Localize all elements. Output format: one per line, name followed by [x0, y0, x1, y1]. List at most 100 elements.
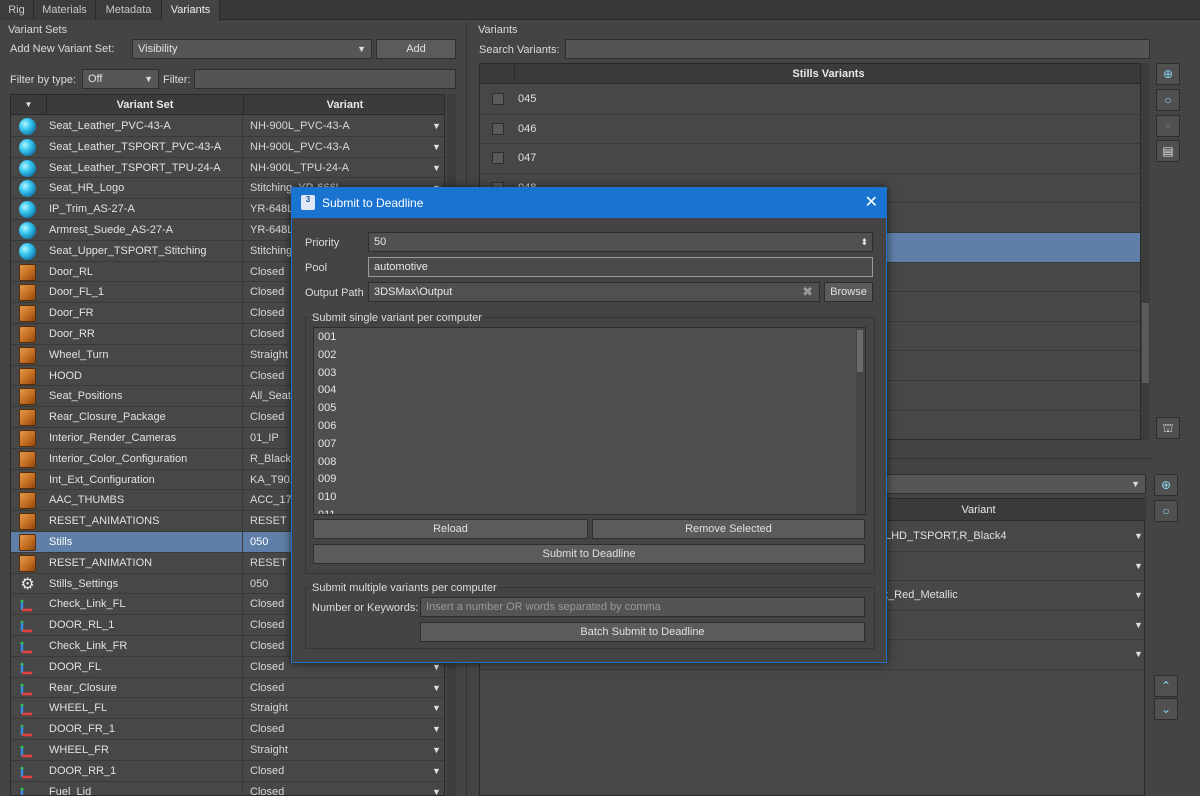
- material-sphere-icon: [19, 180, 36, 198]
- list-item[interactable]: 004: [318, 384, 336, 396]
- chevron-down-icon[interactable]: ▼: [432, 719, 441, 739]
- table-row[interactable]: Seat_Leather_PVC-43-A NH-900L_PVC-43-A ▼: [11, 116, 444, 137]
- chevron-down-icon[interactable]: ▼: [432, 740, 441, 760]
- list-item[interactable]: 007: [318, 438, 336, 450]
- list-item[interactable]: 047: [480, 144, 1140, 174]
- render-icon[interactable]: ⛫: [1156, 417, 1180, 439]
- variant-value[interactable]: Straight: [244, 698, 444, 718]
- remove-selected-button[interactable]: Remove Selected: [592, 519, 865, 539]
- object-box-icon: [19, 409, 36, 427]
- keywords-input[interactable]: Insert a number OR words separated by co…: [420, 597, 865, 617]
- tab-metadata[interactable]: Metadata: [96, 0, 162, 20]
- scrollbar-thumb[interactable]: [857, 330, 863, 372]
- variant-combo[interactable]: ▼: [880, 474, 1146, 494]
- scrollbar-thumb[interactable]: [1142, 303, 1149, 383]
- list-item[interactable]: 001: [318, 331, 336, 343]
- sort-chevron-icon[interactable]: ▼: [11, 95, 47, 115]
- chevron-down-icon[interactable]: ▼: [1134, 522, 1143, 551]
- chevron-down-icon[interactable]: ▼: [1134, 581, 1143, 610]
- col-stills-variants[interactable]: Stills Variants: [515, 64, 1140, 84]
- chevron-down-icon[interactable]: ▼: [432, 158, 441, 178]
- variant-set-name: Stills: [47, 532, 243, 552]
- dialog-titlebar[interactable]: 3 Submit to Deadline ✕: [292, 188, 886, 218]
- list-item[interactable]: 006: [318, 420, 336, 432]
- list-item[interactable]: 002: [318, 349, 336, 361]
- chevron-down-icon[interactable]: ▼: [1134, 640, 1143, 669]
- list-item[interactable]: 005: [318, 402, 336, 414]
- move-down-icon[interactable]: ⌄: [1154, 698, 1178, 720]
- single-variant-group-title: Submit single variant per computer: [310, 312, 484, 324]
- variant-checkbox[interactable]: [492, 122, 504, 135]
- chevron-down-icon[interactable]: ▼: [432, 678, 441, 698]
- close-icon[interactable]: ✕: [865, 188, 878, 218]
- remove-variant-icon[interactable]: ○: [1156, 89, 1180, 111]
- variant-value[interactable]: Closed: [244, 719, 444, 739]
- variant-checkbox[interactable]: [492, 152, 504, 165]
- move-up-icon[interactable]: ⌃: [1154, 675, 1178, 697]
- chevron-down-icon[interactable]: ▼: [432, 698, 441, 718]
- variant-set-name: Door_FR: [47, 303, 243, 324]
- remove-property-icon[interactable]: ○: [1154, 500, 1178, 522]
- tab-variants[interactable]: Variants: [162, 0, 220, 21]
- list-item[interactable]: 010: [318, 491, 336, 503]
- table-row[interactable]: Rear_Closure Closed ▼: [11, 677, 444, 699]
- variant-checkbox[interactable]: [492, 93, 504, 105]
- filter-input[interactable]: [194, 69, 456, 89]
- variant-value[interactable]: NH-900L_PVC-43-A: [244, 137, 444, 157]
- batch-submit-button[interactable]: Batch Submit to Deadline: [420, 622, 865, 642]
- reload-button[interactable]: Reload: [313, 519, 588, 539]
- pool-input[interactable]: automotive: [368, 257, 873, 277]
- variant-value[interactable]: NH-900L_PVC-43-A: [244, 116, 444, 136]
- add-button[interactable]: Add: [376, 39, 456, 59]
- list-scrollbar[interactable]: [856, 328, 865, 514]
- output-path-input[interactable]: 3DSMax\Output ✖: [368, 282, 820, 302]
- submit-to-deadline-button[interactable]: Submit to Deadline: [313, 544, 865, 564]
- list-item[interactable]: 011: [318, 509, 336, 514]
- list-item[interactable]: 046: [480, 115, 1140, 145]
- table-row[interactable]: DOOR_FR_1 Closed ▼: [11, 719, 444, 740]
- tab-materials[interactable]: Materials: [34, 0, 96, 20]
- add-property-icon[interactable]: ⊕: [1154, 474, 1178, 496]
- chevron-down-icon[interactable]: ▼: [432, 137, 441, 157]
- table-row[interactable]: WHEEL_FR Straight ▼: [11, 740, 444, 761]
- priority-spinbox[interactable]: 50 ⬍: [368, 232, 873, 252]
- col-variant-set[interactable]: Variant Set: [47, 95, 244, 115]
- variant-set-type-combo[interactable]: Visibility ▼: [132, 39, 372, 59]
- document-icon[interactable]: ▤: [1156, 140, 1180, 162]
- search-variants-input[interactable]: [565, 39, 1150, 59]
- col-variant[interactable]: Variant: [244, 95, 444, 115]
- table-row[interactable]: WHEEL_FL Straight ▼: [11, 698, 444, 720]
- table-row[interactable]: DOOR_RR_1 Closed ▼: [11, 760, 444, 782]
- add-variant-icon[interactable]: ⊕: [1156, 63, 1180, 85]
- variant-value[interactable]: Closed: [244, 761, 444, 781]
- variant-value[interactable]: Closed: [244, 782, 444, 795]
- add-object-icon[interactable]: +: [1156, 115, 1180, 137]
- filter-label: Filter:: [163, 74, 191, 86]
- spin-arrows-icon[interactable]: ⬍: [860, 233, 868, 251]
- chevron-down-icon[interactable]: ▼: [1134, 552, 1143, 581]
- chevron-down-icon[interactable]: ▼: [432, 761, 441, 781]
- chevron-down-icon[interactable]: ▼: [432, 782, 441, 795]
- filter-type-combo[interactable]: Off ▼: [82, 69, 159, 89]
- variants-scrollbar[interactable]: [1141, 63, 1150, 440]
- tab-rig[interactable]: Rig: [0, 0, 34, 20]
- chevron-down-icon[interactable]: ▼: [1134, 611, 1143, 640]
- material-sphere-icon: [19, 159, 36, 177]
- object-box-icon: [19, 430, 36, 447]
- browse-button[interactable]: Browse: [824, 282, 873, 302]
- clear-icon[interactable]: ✖: [802, 283, 813, 301]
- list-item[interactable]: 003: [318, 367, 336, 379]
- list-item[interactable]: 045: [480, 85, 1140, 115]
- variant-listbox[interactable]: 001 002 003 004 005 006 007 008 009 010 011: [313, 327, 866, 515]
- table-row[interactable]: Seat_Leather_TSPORT_TPU-24-A NH-900L_TPU-…: [11, 157, 444, 179]
- variant-value[interactable]: NH-900L_TPU-24-A: [244, 158, 444, 178]
- list-item[interactable]: 009: [318, 473, 336, 485]
- table-row[interactable]: Seat_Leather_TSPORT_PVC-43-A NH-900L_PVC-…: [11, 136, 444, 158]
- table-row[interactable]: Fuel_Lid Closed ▼: [11, 781, 444, 795]
- list-item[interactable]: 008: [318, 456, 336, 468]
- chevron-down-icon[interactable]: ▼: [432, 116, 441, 136]
- variant-value[interactable]: Straight: [244, 740, 444, 760]
- search-variants-label: Search Variants:: [479, 44, 560, 56]
- variant-value[interactable]: Closed: [244, 678, 444, 698]
- multi-variant-group-title: Submit multiple variants per computer: [310, 582, 499, 594]
